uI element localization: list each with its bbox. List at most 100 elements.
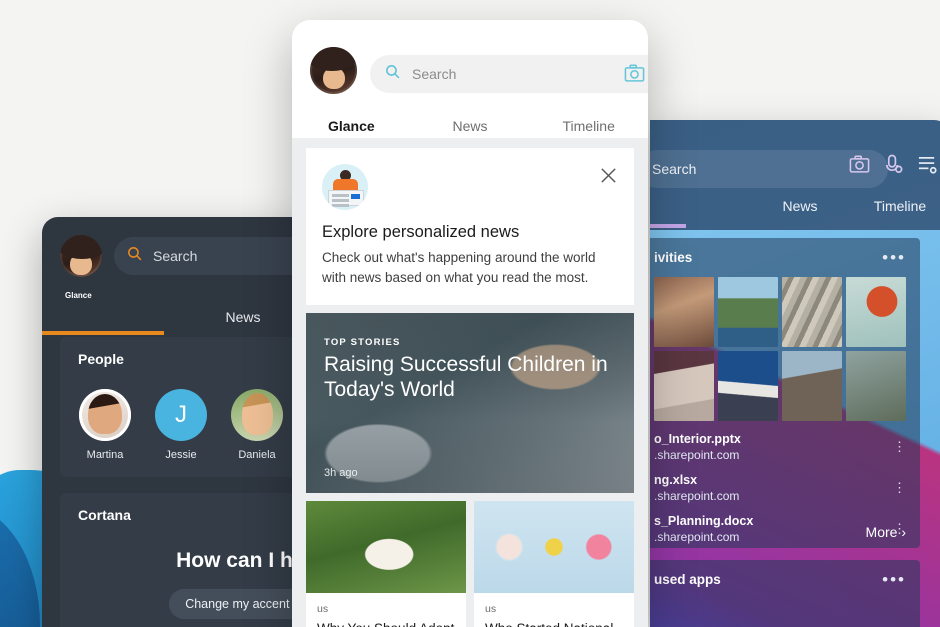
photo-thumbnail[interactable] [782, 277, 842, 347]
more-vertical-icon[interactable]: ⋮ [893, 481, 906, 494]
news-source: us [485, 603, 497, 616]
photo-thumbnail[interactable] [846, 351, 906, 421]
news-title: Why You Should Adopt A Shelter Animal [317, 620, 455, 627]
news-card-row: us Why You Should Adopt A Shelter Animal… [306, 501, 634, 627]
camera-icon[interactable] [624, 64, 645, 90]
person-name: Daniela [238, 449, 276, 461]
activities-card-header: ivities ••• [654, 249, 906, 266]
left-people-section: People Martina J Jessie Daniela F [60, 337, 310, 477]
left-cortana-section: Cortana How can I help? Change my accent… [60, 493, 310, 627]
photo-thumbnail[interactable] [654, 351, 714, 421]
person-reading-news-icon [322, 164, 368, 210]
photo-thumbnail[interactable] [654, 277, 714, 347]
person-name: Jessie [165, 449, 197, 461]
news-card[interactable]: us Who Started National Doughnut Day? [474, 501, 634, 627]
top-story-title: Raising Successful Children in Today's W… [324, 353, 608, 401]
person-avatar [79, 389, 131, 441]
file-name: ng.xlsx [654, 473, 698, 487]
news-thumbnail [306, 501, 466, 594]
cortana-suggestion-chip[interactable]: Change my accent color [169, 589, 310, 619]
photo-thumbnail[interactable] [846, 277, 906, 347]
center-search-action-icons [624, 64, 648, 90]
left-avatar[interactable] [60, 235, 102, 277]
left-search-input[interactable]: Search [114, 237, 310, 275]
center-search-placeholder: Search [412, 66, 457, 82]
person-avatar-initial: J [155, 389, 207, 441]
activity-file-row[interactable]: ng.xlsx .sharepoint.com ⋮ [654, 473, 906, 503]
right-most-used-apps-card: used apps ••• [650, 560, 920, 627]
left-tabbar: Glance News [42, 309, 310, 325]
left-phone-header: Search Glance Glance News [42, 217, 310, 335]
list-settings-icon[interactable] [917, 155, 938, 180]
file-name: o_Interior.pptx [654, 432, 741, 446]
right-tab-news[interactable]: News [750, 198, 850, 214]
search-icon [384, 63, 401, 85]
news-source: us [317, 603, 329, 616]
center-phone-body: Explore personalized news Check out what… [292, 138, 648, 627]
top-story-card[interactable]: TOP STORIES Raising Successful Children … [306, 313, 634, 494]
more-label: More [865, 524, 898, 540]
activity-file-row[interactable]: o_Interior.pptx .sharepoint.com ⋮ [654, 432, 906, 462]
news-title: Who Started National Doughnut Day? [485, 620, 623, 627]
right-recent-activities-card: ivities ••• o_Interior.pptx .sharepoint.… [650, 238, 920, 548]
news-thumbnail [474, 501, 634, 594]
right-phone-header: Search News Timeline [650, 120, 940, 230]
left-glance-label: Glance [65, 291, 92, 300]
person-martina[interactable]: Martina [78, 389, 132, 461]
left-phone-dark-theme: Search Glance Glance News People Martina… [42, 217, 310, 627]
person-jessie[interactable]: J Jessie [154, 389, 208, 461]
center-tab-news[interactable]: News [411, 118, 530, 134]
right-tab-indicator [650, 224, 686, 228]
news-card[interactable]: us Why You Should Adopt A Shelter Animal [306, 501, 466, 627]
promo-card: Explore personalized news Check out what… [306, 148, 634, 306]
microphone-icon[interactable] [884, 154, 903, 180]
person-name: Martina [86, 449, 124, 461]
more-horizontal-icon[interactable]: ••• [882, 249, 906, 266]
left-tab-news[interactable]: News [176, 309, 310, 325]
left-people-row: Martina J Jessie Daniela F [78, 389, 310, 461]
left-search-placeholder: Search [153, 248, 198, 264]
right-search-placeholder: Search [652, 161, 697, 177]
close-icon[interactable] [599, 166, 618, 190]
person-daniela[interactable]: Daniela [230, 389, 284, 461]
search-icon [126, 245, 143, 267]
promo-title: Explore personalized news [322, 223, 520, 241]
right-tabbar: Glance News Timeline [650, 198, 940, 214]
center-avatar[interactable] [310, 47, 357, 94]
more-link[interactable]: More › [866, 524, 906, 540]
screenshot-stage: Search Glance Glance News People Martina… [0, 0, 940, 627]
center-search-input[interactable]: Search [370, 55, 648, 93]
left-cortana-title: Cortana [78, 507, 131, 523]
more-vertical-icon[interactable]: ⋮ [893, 440, 906, 453]
file-source: .sharepoint.com [654, 448, 740, 462]
right-tab-timeline[interactable]: Timeline [850, 198, 940, 214]
center-tab-timeline[interactable]: Timeline [529, 118, 648, 134]
center-phone-header: Search Glance News Timeline [292, 20, 648, 151]
promo-description: Check out what's happening around the wo… [322, 250, 596, 285]
activities-title: ivities [654, 250, 693, 265]
right-phone-blue-theme: Search News Timeline ivities ••• o_Inter… [650, 120, 940, 627]
photo-thumbnail[interactable] [782, 351, 842, 421]
apps-card-header: used apps ••• [654, 571, 906, 588]
right-phone-body: ivities ••• o_Interior.pptx .sharepoint.… [650, 230, 940, 627]
center-phone-light-theme: Search Glance News Timeline Explore pers… [292, 20, 648, 627]
file-source: .sharepoint.com [654, 530, 740, 544]
file-source: .sharepoint.com [654, 489, 740, 503]
more-horizontal-icon[interactable]: ••• [882, 571, 906, 588]
top-story-timestamp: 3h ago [324, 467, 358, 480]
right-header-icons [849, 154, 938, 180]
chevron-right-icon: › [901, 524, 906, 540]
cortana-question: How can I help? [176, 549, 310, 572]
top-story-kicker: TOP STORIES [324, 337, 401, 349]
photo-thumbnail[interactable] [718, 277, 778, 347]
person-avatar [231, 389, 283, 441]
center-tabbar: Glance News Timeline [292, 118, 648, 134]
activities-photo-grid [654, 277, 906, 421]
photo-thumbnail[interactable] [718, 351, 778, 421]
left-people-title: People [78, 351, 124, 367]
file-name: s_Planning.docx [654, 514, 754, 528]
center-tab-glance[interactable]: Glance [292, 118, 411, 134]
apps-title: used apps [654, 572, 721, 587]
camera-icon[interactable] [849, 155, 870, 179]
left-tab-indicator [42, 331, 164, 335]
